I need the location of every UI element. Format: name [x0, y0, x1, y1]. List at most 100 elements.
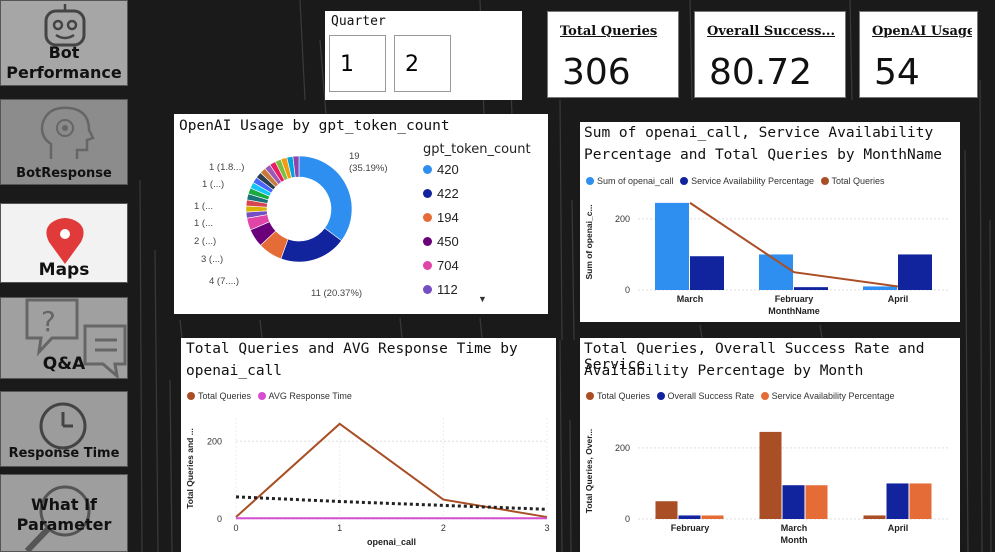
legend-item: 112	[423, 282, 458, 297]
x-tick-label: 2	[441, 523, 446, 533]
x-axis-title: openai_call	[367, 537, 416, 547]
nav-what-if-parameter[interactable]: What If Parameter	[0, 474, 128, 552]
legend-scroll-down-arrow[interactable]: ▼	[478, 294, 487, 304]
legend-label: 422	[437, 186, 459, 201]
kpi-title: OpenAI Usage	[872, 24, 972, 39]
legend-label: 704	[437, 258, 459, 273]
bar	[690, 256, 724, 290]
kpi-value: 306	[562, 52, 631, 93]
bar	[863, 286, 897, 290]
legend-label: 194	[437, 210, 459, 225]
bar	[701, 515, 724, 519]
nav-qa[interactable]: ? Q&A	[0, 297, 128, 379]
x-tick-label: February	[775, 294, 814, 304]
nav-label-line1: Bot	[48, 43, 80, 62]
x-tick-label: 0	[233, 523, 238, 533]
donut-data-label: 3 (...)	[201, 254, 223, 265]
legend-label: 112	[437, 282, 458, 297]
nav-label-line2: Performance	[6, 63, 122, 82]
nav-bot-response[interactable]: BotResponse	[0, 99, 128, 185]
x-tick-label: March	[677, 294, 704, 304]
brain-head-icon	[40, 106, 95, 159]
donut-data-label: 1 (...	[194, 201, 213, 212]
bar	[805, 485, 828, 519]
donut-data-label: 19	[349, 151, 360, 162]
nav-label: Maps	[38, 260, 90, 280]
bar	[655, 202, 689, 290]
quarter-slicer: Quarter 1 2	[325, 11, 522, 100]
legend-label: 420	[437, 162, 459, 177]
nav-label-line1: What If	[31, 495, 97, 514]
kpi-openai-usage: OpenAI Usage 54	[859, 11, 978, 98]
donut-chart: 19(35.19%) 11 (20.37%) 4 (7....) 3 (...) 2 (…	[194, 151, 388, 299]
donut-slice	[298, 155, 353, 242]
x-tick-label: 1	[337, 523, 342, 533]
series-line	[235, 495, 548, 511]
response-chart-card: Total Queries and AVG Response Time by o…	[181, 338, 556, 552]
donut-chart-card: OpenAI Usage by gpt_token_count 19 (35.19…	[174, 114, 548, 314]
series-line	[235, 422, 548, 519]
bar	[759, 431, 782, 519]
legend-title: gpt_token_count	[423, 142, 531, 157]
legend-item: 450	[423, 234, 459, 249]
success-chart-card: Total Queries, Overall Success Rate and …	[580, 338, 960, 552]
legend-item: 704	[423, 258, 459, 273]
success-bar-chart: 0 200 February March April Month Total Queries…	[584, 429, 950, 545]
legend-dot	[423, 285, 432, 294]
x-tick-label: April	[888, 523, 909, 533]
y-tick-label: 200	[615, 214, 630, 224]
bar	[678, 515, 701, 519]
svg-text:?: ?	[41, 305, 56, 338]
legend-dot	[423, 189, 432, 198]
nav-label: Response Time	[8, 446, 120, 461]
nav-label-line2: Parameter	[16, 515, 112, 534]
donut-data-label: 1 (1.8...)	[209, 162, 244, 173]
x-tick-label: February	[671, 523, 710, 533]
month-chart-card: Sum of openai_call, Service Availability…	[580, 122, 960, 322]
donut-data-label: 11 (20.37%)	[311, 288, 362, 299]
y-tick-label: 0	[217, 514, 222, 524]
nav-label: Q&A	[42, 354, 86, 374]
response-line-chart: 0 200 0 1 2 3 openai_call Total Queries and ...	[185, 418, 550, 547]
month-combo-chart: 0 200 March February April MonthName Sum of op…	[584, 202, 950, 316]
legend-dot	[423, 165, 432, 174]
kpi-value: 54	[874, 52, 920, 93]
kpi-title: Overall Success...	[707, 24, 835, 39]
kpi-value: 80.72	[709, 52, 813, 93]
donut-data-label: (35.19%)	[349, 163, 388, 174]
bar	[886, 483, 909, 519]
quarter-option-2[interactable]: 2	[394, 35, 451, 92]
x-axis-title: Month	[781, 535, 808, 545]
kpi-total-queries: Total Queries 306	[547, 11, 679, 98]
legend-dot	[423, 237, 432, 246]
clock-icon	[39, 402, 87, 450]
chart-title: OpenAI Usage by gpt_token_count	[179, 118, 450, 134]
bar	[909, 483, 932, 519]
y-tick-label: 0	[625, 285, 630, 295]
x-tick-label: 3	[544, 523, 549, 533]
option-label: 1	[340, 52, 354, 77]
donut-data-label: 2 (...)	[194, 236, 216, 247]
nav-maps[interactable]: Maps	[0, 203, 128, 283]
kpi-title: Total Queries	[560, 24, 658, 39]
kpi-overall-success: Overall Success... 80.72	[694, 11, 846, 98]
donut-data-label: 1 (...)	[202, 179, 224, 190]
x-axis-title: MonthName	[768, 306, 820, 316]
nav-response-time[interactable]: Response Time	[0, 391, 128, 467]
quarter-option-1[interactable]: 1	[329, 35, 386, 92]
y-axis-title: Total Queries, Over...	[584, 429, 594, 513]
option-label: 2	[405, 52, 419, 77]
donut-data-label: 1 (...	[194, 218, 213, 229]
y-axis-title: Total Queries and ...	[185, 428, 195, 509]
legend-item: 420	[423, 162, 459, 177]
legend-item: 194	[423, 210, 459, 225]
y-axis-title: Sum of openai_c...	[584, 204, 594, 279]
bar	[794, 287, 828, 290]
bar	[782, 485, 805, 519]
y-tick-label: 200	[207, 436, 222, 446]
legend-dot	[423, 261, 432, 270]
bar	[898, 254, 932, 290]
nav-label: BotResponse	[16, 166, 112, 181]
legend-label: 450	[437, 234, 459, 249]
nav-bot-performance[interactable]: Bot Performance	[0, 0, 128, 86]
